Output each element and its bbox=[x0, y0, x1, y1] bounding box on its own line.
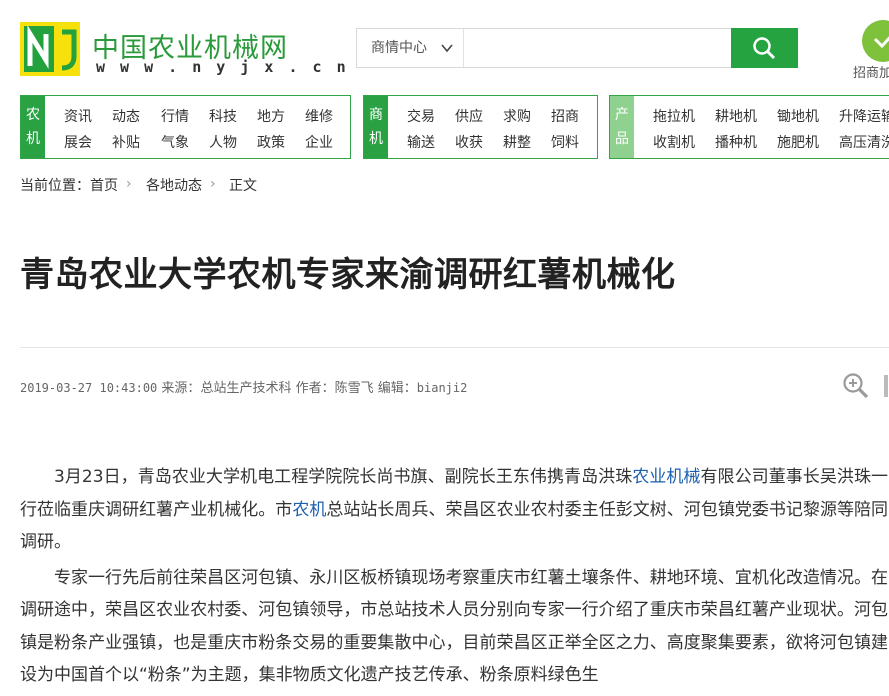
breadcrumb-prefix: 当前位置： bbox=[20, 178, 90, 194]
text-run: 3月23日，青岛农业大学机电工程学院院长尚书旗、副院长王东伟携青岛洪珠 bbox=[54, 467, 633, 487]
source-label: 来源： bbox=[161, 381, 201, 396]
nav-link[interactable]: 收割机 bbox=[653, 132, 695, 152]
nav-tag-char: 品 bbox=[615, 131, 629, 147]
zhaoshang-label[interactable]: 招商加 bbox=[853, 62, 889, 81]
nav-link[interactable]: 耕整 bbox=[503, 132, 531, 152]
nav-tag-char: 商 bbox=[369, 107, 383, 123]
nav-link[interactable]: 拖拉机 bbox=[653, 106, 695, 126]
nav-box-tag: 产 品 bbox=[610, 96, 634, 158]
article-meta: 2019-03-27 10:43:00 来源：总站生产技术科 作者：陈雪飞 编辑… bbox=[20, 377, 467, 396]
search-category-label: 商情中心 bbox=[371, 40, 427, 56]
nav-link[interactable]: 锄地机 bbox=[777, 106, 819, 126]
article-datetime: 2019-03-27 10:43:00 bbox=[20, 381, 158, 395]
chevron-right-icon: › bbox=[126, 176, 132, 192]
editor-label: 编辑： bbox=[377, 381, 417, 396]
search-input[interactable] bbox=[465, 29, 731, 67]
breadcrumb-current: 正文 bbox=[229, 178, 257, 194]
font-size-icon[interactable] bbox=[884, 375, 888, 397]
article-paragraph: 专家一行先后前往荣昌区河包镇、永川区板桥镇现场考察重庆市红薯土壤条件、耕地环境、… bbox=[20, 567, 888, 686]
logo-text-en: w w w . n y j x . c n bbox=[96, 58, 349, 76]
article-editor: bianji2 bbox=[416, 381, 468, 395]
nav-link[interactable]: 求购 bbox=[503, 106, 531, 126]
nav-link[interactable]: 施肥机 bbox=[777, 132, 819, 152]
nav-link[interactable]: 耕地机 bbox=[715, 106, 757, 126]
nav-link[interactable]: 企业 bbox=[305, 132, 333, 152]
nav-link[interactable]: 饲料 bbox=[551, 132, 579, 152]
nav-link[interactable]: 动态 bbox=[112, 106, 140, 126]
nav-box-tag: 农 机 bbox=[21, 96, 45, 158]
nav-link[interactable]: 输送 bbox=[407, 132, 435, 152]
nav-tag-char: 产 bbox=[615, 107, 629, 123]
nav-box-tag: 商 机 bbox=[364, 96, 388, 158]
author-label: 作者： bbox=[295, 381, 335, 396]
nav-tag-char: 机 bbox=[26, 131, 40, 147]
nav-link[interactable]: 政策 bbox=[257, 132, 285, 152]
nav-tag-char: 农 bbox=[26, 107, 40, 123]
nav-link[interactable]: 播种机 bbox=[715, 132, 757, 152]
nav-link[interactable]: 气象 bbox=[161, 132, 189, 152]
article-paragraph: 3月23日，青岛农业大学机电工程学院院长尚书旗、副院长王东伟携青岛洪珠农业机械有… bbox=[20, 461, 888, 559]
chevron-right-icon: › bbox=[210, 176, 216, 192]
search-bar: 商情中心 bbox=[356, 28, 798, 68]
keyword-link[interactable]: 农业机械 bbox=[632, 467, 700, 487]
nav-link[interactable]: 资讯 bbox=[64, 106, 92, 126]
site-logo[interactable] bbox=[20, 22, 80, 76]
nav-tag-char: 机 bbox=[369, 131, 383, 147]
nav-link[interactable]: 行情 bbox=[161, 106, 189, 126]
article-source: 总站生产技术科 bbox=[200, 381, 292, 396]
nav-link[interactable]: 展会 bbox=[64, 132, 92, 152]
search-category-select[interactable]: 商情中心 bbox=[357, 29, 464, 67]
nav-box-shangji: 商 机 交易 供应 求购 招商 输送 收获 耕整 饲料 bbox=[363, 95, 598, 159]
nav-link[interactable]: 地方 bbox=[257, 106, 285, 126]
breadcrumb-home[interactable]: 首页 bbox=[90, 175, 118, 195]
article-author: 陈雪飞 bbox=[334, 381, 374, 396]
chevron-down-icon bbox=[441, 44, 453, 53]
search-icon bbox=[753, 37, 776, 60]
nav-link[interactable]: 人物 bbox=[209, 132, 237, 152]
nav-link[interactable]: 升降运输 bbox=[839, 106, 889, 126]
article-title: 青岛农业大学农机专家来渝调研红薯机械化 bbox=[20, 255, 676, 295]
search-button[interactable] bbox=[731, 28, 798, 68]
keyword-link[interactable]: 农机 bbox=[292, 500, 326, 520]
nav-link[interactable]: 补贴 bbox=[112, 132, 140, 152]
zhaoshang-icon[interactable] bbox=[862, 20, 889, 62]
nav-link[interactable]: 维修 bbox=[305, 106, 333, 126]
nav-box-chanpin: 产 品 拖拉机 耕地机 锄地机 升降运输 收割机 播种机 施肥机 高压清洗 bbox=[609, 95, 889, 159]
nav-link[interactable]: 招商 bbox=[551, 106, 579, 126]
divider bbox=[20, 347, 889, 348]
nav-box-nongji: 农 机 资讯 动态 行情 科技 地方 维修 展会 补贴 气象 人物 政策 企业 bbox=[20, 95, 351, 159]
nav-link[interactable]: 科技 bbox=[209, 106, 237, 126]
nav-link[interactable]: 高压清洗 bbox=[839, 132, 889, 152]
article-body: 3月23日，青岛农业大学机电工程学院院长尚书旗、副院长王东伟携青岛洪珠农业机械有… bbox=[20, 461, 888, 695]
nav-link[interactable]: 供应 bbox=[455, 106, 483, 126]
nav-link[interactable]: 收获 bbox=[455, 132, 483, 152]
nav-link[interactable]: 交易 bbox=[407, 106, 435, 126]
zoom-in-icon[interactable] bbox=[842, 372, 870, 400]
breadcrumb-category[interactable]: 各地动态 bbox=[146, 175, 202, 195]
